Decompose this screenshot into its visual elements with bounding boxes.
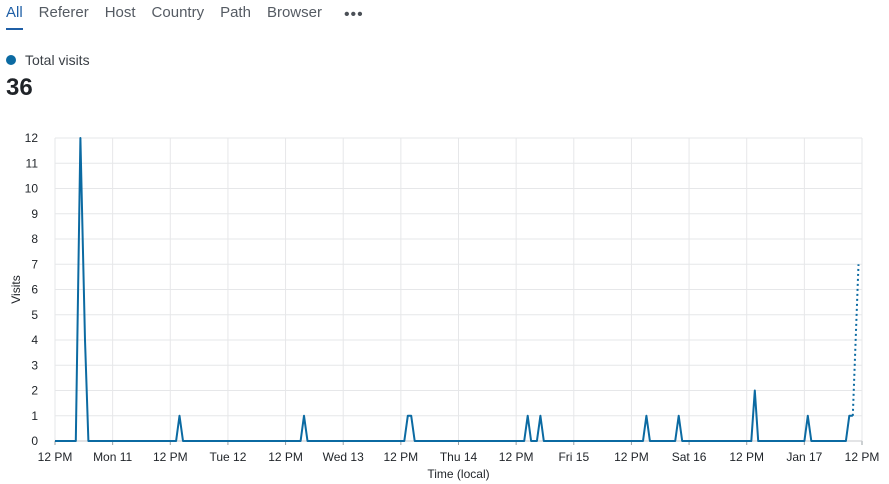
x-tick-label: 12 PM	[38, 450, 73, 464]
x-tick-label: 12 PM	[845, 450, 880, 464]
y-tick-label: 7	[31, 257, 38, 271]
y-axis-title: Visits	[9, 275, 23, 303]
y-tick-label: 1	[31, 409, 38, 423]
y-tick-label: 12	[25, 131, 39, 145]
x-tick-label: 12 PM	[384, 450, 419, 464]
y-tick-label: 2	[31, 384, 38, 398]
y-tick-label: 10	[25, 182, 39, 196]
y-tick-label: 4	[31, 333, 38, 347]
y-tick-label: 6	[31, 283, 38, 297]
x-tick-label: 12 PM	[268, 450, 303, 464]
x-axis-title: Time (local)	[427, 467, 489, 481]
x-tick-label: 12 PM	[499, 450, 534, 464]
x-tick-label: 12 PM	[153, 450, 188, 464]
x-tick-label: Mon 11	[93, 450, 132, 464]
x-tick-label: Fri 15	[558, 450, 589, 464]
y-tick-label: 0	[31, 434, 38, 448]
y-tick-label: 8	[31, 232, 38, 246]
x-tick-label: Sat 16	[672, 450, 707, 464]
y-tick-label: 9	[31, 207, 38, 221]
x-tick-label: Wed 13	[323, 450, 364, 464]
x-tick-label: 12 PM	[729, 450, 764, 464]
x-tick-label: 12 PM	[614, 450, 649, 464]
y-tick-label: 11	[26, 156, 39, 170]
x-tick-label: Thu 14	[440, 450, 478, 464]
y-tick-label: 3	[31, 358, 38, 372]
x-tick-label: Jan 17	[786, 450, 822, 464]
x-tick-label: Tue 12	[209, 450, 246, 464]
visits-line-chart: 012345678910111212 PM Mon 11 12 PM Tue 12 12…	[9, 131, 880, 481]
y-tick-label: 5	[31, 308, 38, 322]
